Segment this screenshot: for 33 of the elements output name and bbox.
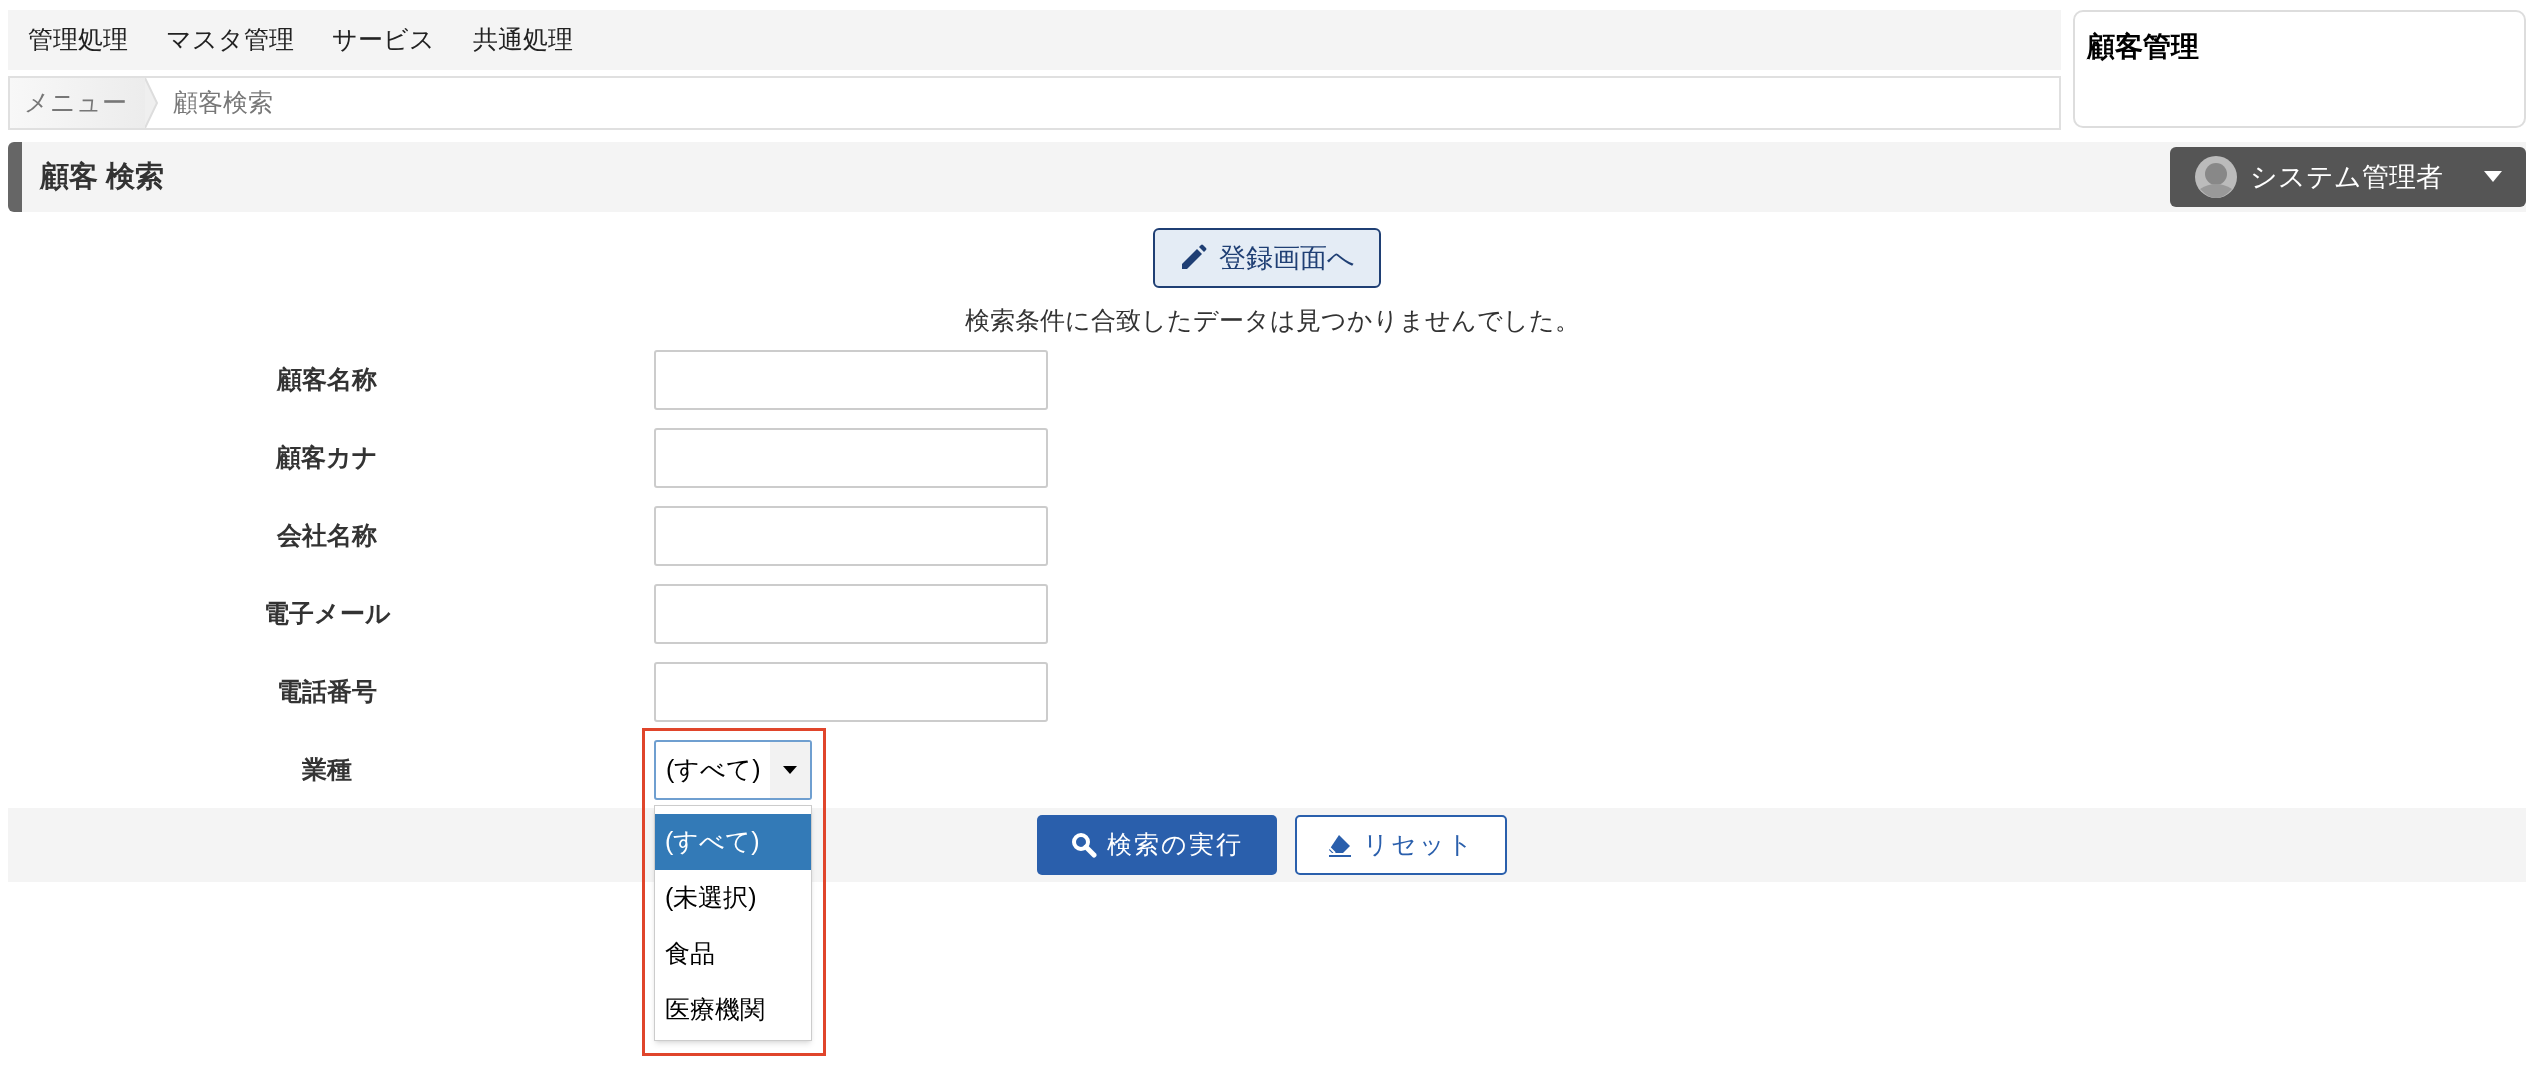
field-label: 会社名称 [276, 519, 378, 551]
caret-icon [770, 741, 810, 798]
input-field[interactable] [654, 583, 1048, 644]
search-icon [1071, 831, 1097, 858]
menu-item[interactable]: マスタ管理 [166, 21, 294, 59]
field-label: 顧客カナ [274, 441, 379, 473]
status-message: 検索条件に合致したデータは見つかりませんでした。 [964, 305, 1580, 336]
menu-item[interactable]: 管理処理 [28, 21, 128, 59]
dropdown-select[interactable]: (すべて) [654, 739, 812, 800]
pencil-icon [1179, 244, 1207, 272]
field-label: 電子メール [262, 597, 392, 629]
avatar-icon [2194, 155, 2238, 199]
field-label: 顧客名称 [275, 363, 378, 395]
menu-item[interactable]: サービス [332, 21, 435, 59]
page-title: 顧客 検索 [40, 159, 165, 195]
input-field[interactable] [654, 505, 1048, 566]
menu-item[interactable]: 共通処理 [473, 21, 573, 59]
reset-button[interactable]: リセット [1295, 814, 1507, 875]
input-field[interactable] [654, 427, 1048, 488]
search-button[interactable]: 検索の実行 [1037, 814, 1277, 875]
dropdown-option[interactable]: (すべて) [655, 813, 811, 870]
input-field[interactable] [654, 661, 1048, 722]
dropdown-option[interactable]: (未選択) [655, 869, 811, 926]
caret-icon [2484, 171, 2502, 183]
field-label: 業種 [301, 753, 353, 785]
breadcrumb-link[interactable]: メニュー [10, 78, 145, 128]
input-field[interactable] [654, 349, 1048, 410]
user-menu-button[interactable]: システム管理者 [2170, 147, 2526, 207]
dropdown-option[interactable]: 食品 [655, 925, 811, 982]
app-title: 顧客管理 [2087, 30, 2200, 64]
field-label: 電話番号 [276, 675, 378, 707]
register-button[interactable]: 登録画面へ [1153, 228, 1381, 288]
dropdown-option[interactable]: 医療機関 [655, 981, 811, 1038]
